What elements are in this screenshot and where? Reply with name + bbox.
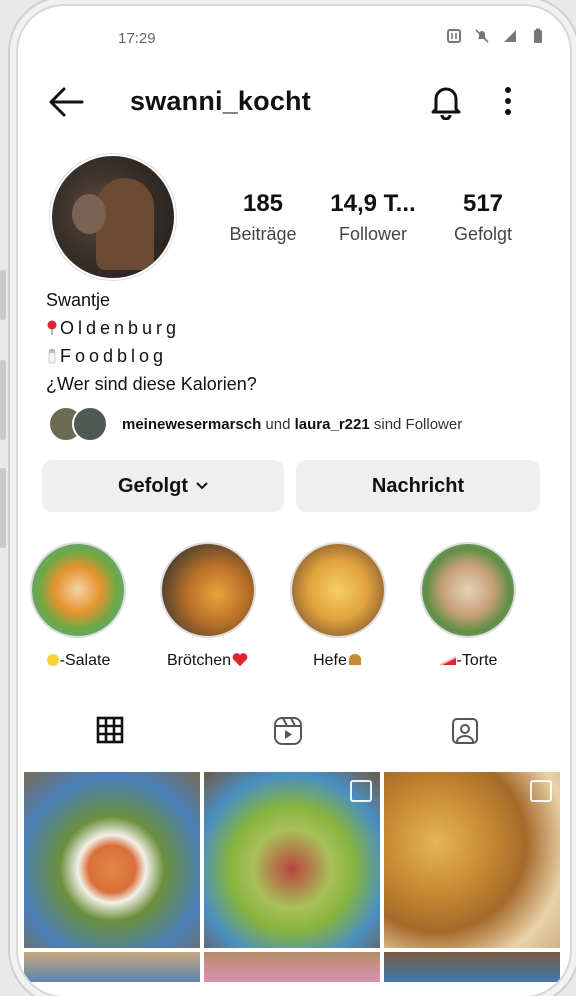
post-thumbnail[interactable] [384,772,560,948]
profile-username: swanni_kocht [130,86,311,116]
profile-bio: Swantje Oldenburg Foodblog ¿Wer sind die… [46,286,257,398]
side-button [0,468,6,548]
post-thumbnail[interactable] [24,952,200,982]
follower-username[interactable]: meinewesermarsch [122,416,261,433]
following-button[interactable]: Gefolgt [42,460,284,512]
highlight-yeast[interactable]: Hefe [288,544,388,670]
side-button [0,360,6,440]
post-thumbnail[interactable] [204,952,380,982]
stat-following[interactable]: 517 Gefolgt [428,190,538,245]
reels-icon[interactable] [273,716,303,746]
profile-avatar[interactable] [52,156,174,278]
multi-photo-icon [530,780,552,802]
bell-icon[interactable] [428,82,464,120]
back-arrow-icon[interactable] [46,84,86,120]
yellow-circle-icon [46,654,59,666]
phone-screen: 17:29 swanni_kocht 185 Beiträge 14,9 T..… [18,6,570,996]
highlight-cover [292,544,384,636]
salt-shaker-icon [48,349,56,364]
highlight-label: -Torte [456,652,498,669]
mute-icon [475,29,489,43]
message-button[interactable]: Nachricht [296,460,540,512]
nfc-icon [447,29,461,43]
followed-by-row[interactable]: meinewesermarsch und laura_r221 sind Fol… [48,404,462,444]
bio-location-line: Oldenburg [46,314,257,342]
signal-icon [504,30,516,42]
bio-tagline: ¿Wer sind diese Kalorien? [46,374,257,394]
bio-location: Oldenburg [60,318,181,338]
highlight-label: Hefe [313,652,347,669]
stat-label: Gefolgt [453,224,513,244]
bread-icon [348,654,361,665]
profile-tabs [18,712,570,774]
follower-avatar [72,406,108,442]
post-thumbnail[interactable] [204,772,380,948]
stat-posts[interactable]: 185 Beiträge [208,190,318,245]
stat-value: 14,9 T... [330,190,416,217]
chevron-down-icon [196,482,208,490]
bio-category: Foodblog [60,346,168,366]
bio-name: Swantje [46,290,111,310]
tagged-icon[interactable] [450,716,480,746]
post-thumbnail[interactable] [24,772,200,948]
highlight-cake[interactable]: -Torte [418,544,518,670]
stat-label: Beiträge [229,224,297,244]
stat-value: 517 [462,190,504,217]
posts-grid [24,772,564,982]
highlight-cover [32,544,124,636]
stat-label: Follower [338,224,408,244]
highlight-label: Brötchen [166,652,232,669]
highlight-cover [162,544,254,636]
side-button [0,270,6,320]
highlight-salads[interactable]: -Salate [28,544,128,670]
highlight-label: -Salate [59,652,111,669]
status-time: 17:29 [118,30,156,47]
highlight-cover [422,544,514,636]
grid-icon[interactable] [96,716,124,744]
cake-slice-icon [439,656,456,666]
highlight-buns[interactable]: Brötchen [158,544,258,670]
post-thumbnail[interactable] [384,952,560,982]
battery-icon [534,28,542,43]
multi-photo-icon [350,780,372,802]
more-options-icon[interactable] [502,84,514,118]
profile-stats: 185 Beiträge 14,9 T... Follower 517 Gefo… [208,190,538,245]
status-bar: 17:29 [18,26,570,54]
bio-category-line: Foodblog [46,342,257,370]
stat-value: 185 [242,190,284,217]
profile-header: swanni_kocht [18,72,570,132]
stat-followers[interactable]: 14,9 T... Follower [318,190,428,245]
follower-username[interactable]: laura_r221 [295,416,370,433]
red-heart-icon [232,653,248,667]
pin-icon [47,320,57,335]
